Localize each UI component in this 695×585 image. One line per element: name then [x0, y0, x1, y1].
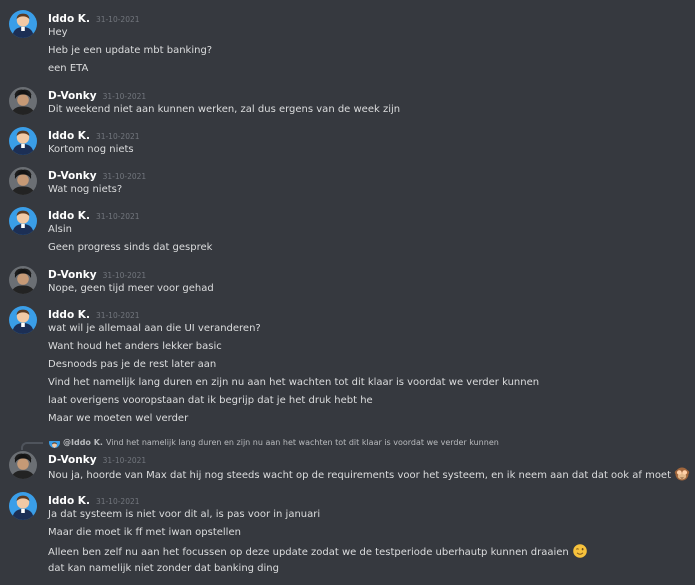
message-text: een ETA: [48, 63, 89, 74]
user-avatar-icon: [9, 127, 37, 155]
timestamp: 31-10-2021: [102, 271, 147, 280]
message-header: Iddo K. 31-10-2021: [48, 306, 140, 321]
author-name[interactable]: D-Vonky: [48, 170, 97, 182]
message-text: dat kan namelijk niet zonder dat banking…: [48, 563, 279, 574]
timestamp: 31-10-2021: [95, 212, 140, 221]
avatar[interactable]: [9, 127, 37, 155]
message-header: D-Vonky 31-10-2021: [48, 451, 147, 466]
user-avatar-icon: [9, 10, 37, 38]
timestamp: 31-10-2021: [95, 497, 140, 506]
avatar[interactable]: [9, 492, 37, 520]
timestamp: 31-10-2021: [102, 92, 147, 101]
user-avatar-icon: [49, 441, 60, 448]
message-header: D-Vonky 31-10-2021: [48, 167, 147, 182]
message-text: Nou ja, hoorde van Max dat hij nog steed…: [48, 470, 672, 481]
reply-spine: [21, 442, 43, 450]
avatar[interactable]: [9, 87, 37, 115]
chat-messages: Iddo K. 31-10-2021 Hey Heb je een update …: [0, 0, 695, 585]
user-avatar-icon: [9, 207, 37, 235]
message-line: Alleen ben zelf nu aan het focussen op d…: [48, 543, 588, 559]
message-header: D-Vonky 31-10-2021: [48, 266, 147, 281]
avatar[interactable]: [9, 266, 37, 294]
reply-author-mention[interactable]: @Iddo K.: [63, 438, 103, 447]
user-avatar-icon: [9, 306, 37, 334]
message-header: Iddo K. 31-10-2021: [48, 207, 140, 222]
timestamp: 31-10-2021: [95, 311, 140, 320]
avatar[interactable]: [9, 207, 37, 235]
message-text: Dit weekend niet aan kunnen werken, zal …: [48, 104, 401, 115]
message-text: Desnoods pas je de rest later aan: [48, 359, 217, 370]
message-text: Ja dat systeem is niet voor dit al, is p…: [48, 509, 321, 520]
timestamp: 31-10-2021: [102, 456, 147, 465]
reply-quote: Vind het namelijk lang duren en zijn nu …: [105, 438, 499, 447]
user-avatar-icon: [9, 492, 37, 520]
message-text: Kortom nog niets: [48, 144, 134, 155]
message-header: Iddo K. 31-10-2021: [48, 127, 140, 142]
author-name[interactable]: Iddo K.: [48, 495, 90, 507]
avatar[interactable]: [9, 10, 37, 38]
message-text: Heb je een update mbt banking?: [48, 45, 213, 56]
message-text: Maar die moet ik ff met iwan opstellen: [48, 527, 241, 538]
message-text: Alsin: [48, 224, 72, 235]
user-avatar-icon: [9, 451, 37, 479]
avatar[interactable]: [9, 306, 37, 334]
message-header: Iddo K. 31-10-2021: [48, 492, 140, 507]
message-text: Hey: [48, 27, 68, 38]
message-text: wat wil je allemaal aan die UI verandere…: [48, 323, 261, 334]
message-text: Alleen ben zelf nu aan het focussen op d…: [48, 547, 569, 558]
see-no-evil-monkey-icon: [674, 466, 690, 482]
user-avatar-icon: [9, 87, 37, 115]
author-name[interactable]: D-Vonky: [48, 454, 97, 466]
user-avatar-icon: [9, 167, 37, 195]
author-name[interactable]: D-Vonky: [48, 90, 97, 102]
message-text: Want houd het anders lekker basic: [48, 341, 222, 352]
avatar[interactable]: [9, 167, 37, 195]
author-name[interactable]: Iddo K.: [48, 210, 90, 222]
reply-preview[interactable]: @Iddo K. Vind het namelijk lang duren en …: [0, 436, 695, 450]
message-text: laat overigens vooropstaan dat ik begrij…: [48, 395, 373, 406]
message-text: Wat nog niets?: [48, 184, 123, 195]
avatar[interactable]: [9, 451, 37, 479]
timestamp: 31-10-2021: [95, 15, 140, 24]
message-text: Maar we moeten wel verder: [48, 413, 189, 424]
winking-face-icon: [572, 543, 588, 559]
message-text: Geen progress sinds dat gesprek: [48, 242, 213, 253]
timestamp: 31-10-2021: [102, 172, 147, 181]
timestamp: 31-10-2021: [95, 132, 140, 141]
author-name[interactable]: Iddo K.: [48, 13, 90, 25]
user-avatar-icon: [9, 266, 37, 294]
message-text: Vind het namelijk lang duren en zijn nu …: [48, 377, 540, 388]
author-name[interactable]: Iddo K.: [48, 309, 90, 321]
message-line: Nou ja, hoorde van Max dat hij nog steed…: [48, 466, 690, 482]
message-header: Iddo K. 31-10-2021: [48, 10, 140, 25]
reply-text: @Iddo K. Vind het namelijk lang duren en …: [63, 436, 499, 450]
message-header: D-Vonky 31-10-2021: [48, 87, 147, 102]
reply-avatar: [49, 437, 60, 448]
author-name[interactable]: D-Vonky: [48, 269, 97, 281]
message-text: Nope, geen tijd meer voor gehad: [48, 283, 214, 294]
author-name[interactable]: Iddo K.: [48, 130, 90, 142]
